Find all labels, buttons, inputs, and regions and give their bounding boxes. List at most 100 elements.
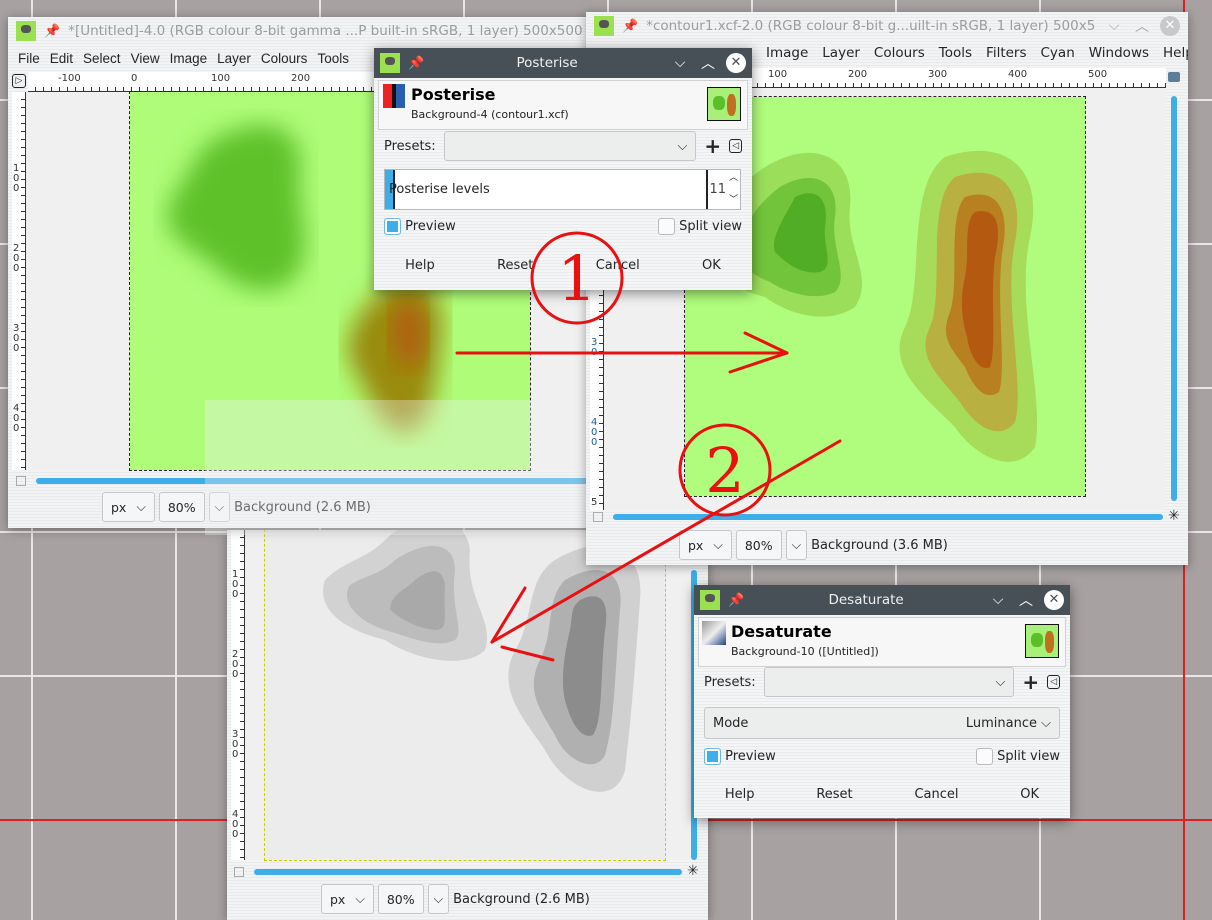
- ruler-label: 1 0 0: [13, 163, 20, 194]
- gimp-window-desaturated: 1 0 0 2 0 0 3 0 0 4 0 0 ✳ px ⌵ 80% ⌵ Back…: [227, 530, 708, 920]
- close-button[interactable]: ✕: [1160, 16, 1180, 36]
- preview-checkbox[interactable]: Preview: [704, 748, 776, 765]
- menu-windows[interactable]: Windows: [1089, 45, 1149, 61]
- zoom-dropdown[interactable]: ⌵: [427, 884, 450, 914]
- zoom-input[interactable]: 80%: [377, 884, 424, 914]
- zoom-input[interactable]: 80%: [735, 530, 782, 560]
- quick-mask-toggle[interactable]: [16, 476, 26, 486]
- menu-tools[interactable]: Tools: [317, 51, 349, 66]
- dialog-title: Posterise: [516, 55, 578, 71]
- reset-button[interactable]: Reset: [806, 783, 862, 806]
- ruler-label: -100: [58, 73, 81, 84]
- navigate-icon[interactable]: ✳: [1168, 508, 1180, 524]
- minimize-button[interactable]: ⌵: [1104, 18, 1124, 34]
- image-canvas[interactable]: [246, 530, 691, 861]
- zoom-toggle-icon[interactable]: [1168, 72, 1180, 82]
- minimize-button[interactable]: ⌵: [670, 55, 690, 71]
- chevron-down-icon: ⌵: [995, 674, 1006, 690]
- checkbox-checked[interactable]: [704, 748, 721, 765]
- menu-help[interactable]: Help: [1163, 45, 1188, 61]
- unit-select[interactable]: px ⌵: [321, 884, 374, 914]
- ruler-label: 300: [928, 69, 948, 80]
- preset-menu-icon[interactable]: ◁: [729, 139, 742, 153]
- horizontal-scrollbar[interactable]: [254, 869, 682, 875]
- ruler-label: 4 0 0: [591, 417, 598, 448]
- menu-colours[interactable]: Colours: [261, 51, 308, 66]
- close-button[interactable]: ✕: [1044, 590, 1064, 610]
- pin-icon[interactable]: 📌: [622, 19, 638, 34]
- checkbox-unchecked[interactable]: [975, 748, 993, 765]
- checkbox-unchecked[interactable]: [657, 218, 675, 235]
- menu-tools[interactable]: Tools: [939, 45, 972, 61]
- preset-menu-icon[interactable]: ◁: [1047, 675, 1060, 689]
- ruler-label: 500: [1088, 69, 1108, 80]
- split-view-checkbox[interactable]: Split view: [975, 748, 1060, 765]
- title-bar: 📌 *[Untitled]-4.0 (RGB colour 8-bit gamma…: [8, 17, 598, 45]
- help-button[interactable]: Help: [395, 254, 445, 277]
- spin-down-icon[interactable]: ﹀: [729, 192, 738, 205]
- ok-button[interactable]: OK: [1010, 783, 1049, 806]
- help-button[interactable]: Help: [715, 783, 765, 806]
- status-bar: px ⌵ 80% ⌵ Background (2.6 MB): [321, 884, 590, 914]
- chevron-down-icon: ⌵: [677, 138, 688, 154]
- maximize-button[interactable]: ︿: [698, 53, 718, 73]
- split-view-label: Split view: [679, 219, 742, 234]
- quick-mask-toggle[interactable]: [593, 512, 603, 522]
- quick-mask-toggle[interactable]: [234, 867, 244, 877]
- ok-button[interactable]: OK: [692, 254, 731, 277]
- chevron-down-icon: ⌵: [713, 537, 723, 552]
- chevron-down-icon: ⌵: [433, 891, 444, 906]
- cancel-button[interactable]: Cancel: [904, 783, 968, 806]
- menu-select[interactable]: Select: [83, 51, 121, 66]
- vertical-scrollbar[interactable]: [1171, 96, 1177, 501]
- navigate-icon[interactable]: ✳: [687, 863, 699, 879]
- close-button[interactable]: ✕: [726, 53, 746, 73]
- unit-value: px: [330, 891, 346, 907]
- menu-image[interactable]: Image: [170, 51, 208, 66]
- add-preset-icon[interactable]: +: [704, 134, 721, 158]
- checkbox-checked[interactable]: [384, 218, 401, 235]
- presets-dropdown[interactable]: ⌵: [443, 131, 697, 161]
- chevron-down-icon: ⌵: [1041, 715, 1051, 731]
- zoom-dropdown[interactable]: ⌵: [785, 530, 808, 560]
- menu-toggle-icon[interactable]: ▷: [12, 74, 26, 88]
- dialog-heading: Desaturate: [731, 622, 832, 641]
- menu-image[interactable]: Image: [766, 45, 808, 61]
- split-view-checkbox[interactable]: Split view: [657, 218, 742, 235]
- add-preset-icon[interactable]: +: [1022, 670, 1039, 694]
- menu-layer[interactable]: Layer: [217, 51, 251, 66]
- pin-icon[interactable]: 📌: [408, 56, 424, 71]
- preview-label: Preview: [405, 219, 456, 234]
- slider-value[interactable]: 11: [709, 182, 726, 197]
- mode-dropdown[interactable]: Mode Luminance ⌵: [704, 707, 1060, 739]
- cancel-button[interactable]: Cancel: [586, 254, 650, 277]
- posterise-levels-slider[interactable]: Posterise levels 11 ︿ ﹀: [384, 169, 741, 210]
- menu-filters[interactable]: Filters: [986, 45, 1026, 61]
- dialog-subtitle: Background-4 (contour1.xcf): [411, 108, 569, 121]
- maximize-button[interactable]: ︿: [1016, 590, 1036, 610]
- menu-view[interactable]: View: [131, 51, 160, 66]
- unit-select[interactable]: px ⌵: [679, 530, 732, 560]
- preview-label: Preview: [725, 749, 776, 764]
- pin-icon[interactable]: 📌: [44, 24, 60, 39]
- menu-layer[interactable]: Layer: [822, 45, 860, 61]
- ruler-label: 200: [291, 73, 311, 84]
- reset-button[interactable]: Reset: [487, 254, 543, 277]
- preview-checkbox[interactable]: Preview: [384, 218, 456, 235]
- title-bar: 📌 *contour1.xcf-2.0 (RGB colour 8-bit g..…: [586, 12, 1188, 40]
- ruler-label: 3 0: [591, 337, 598, 358]
- menu-file[interactable]: File: [18, 51, 40, 66]
- pin-icon[interactable]: 📌: [728, 593, 744, 608]
- presets-dropdown[interactable]: ⌵: [763, 667, 1015, 697]
- horizontal-scrollbar[interactable]: [613, 514, 1163, 520]
- unit-select[interactable]: px ⌵: [102, 492, 155, 522]
- gimp-icon: [380, 53, 400, 73]
- menu-cyan[interactable]: Cyan: [1041, 45, 1075, 61]
- menu-colours[interactable]: Colours: [874, 45, 925, 61]
- minimize-button[interactable]: ⌵: [988, 592, 1008, 608]
- zoom-input[interactable]: 80%: [158, 492, 205, 522]
- maximize-button[interactable]: ︿: [1132, 16, 1152, 36]
- menu-edit[interactable]: Edit: [50, 51, 73, 66]
- split-view-label: Split view: [997, 749, 1060, 764]
- spin-up-icon[interactable]: ︿: [729, 170, 738, 183]
